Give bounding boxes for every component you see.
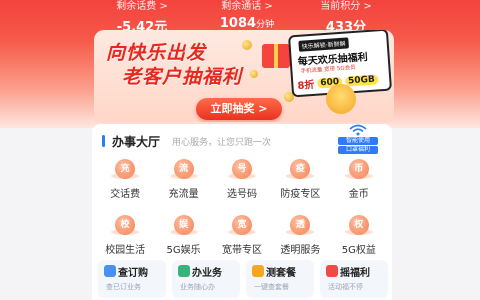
badge-data: 50GB	[344, 73, 379, 87]
entertainment-icon: 娱	[169, 215, 198, 235]
service-hall: 办事大厅 用心服务，让您只跑一次 智能使用 口罩福利 充交话费 流充流量 号选号…	[92, 124, 392, 300]
banner-title-line1: 向快乐出发	[106, 42, 207, 64]
coin-icon	[250, 70, 258, 78]
service-campus-life[interactable]: 校校园生活	[96, 212, 154, 256]
service-label: 宽带专区	[221, 245, 262, 256]
service-label: 5G权益	[341, 245, 376, 256]
quick-subtitle: 活动福不停	[328, 283, 363, 291]
campus-icon: 校	[111, 215, 140, 235]
badge-line1: 智能使用	[338, 137, 378, 145]
service-top-up-data[interactable]: 流充流量	[154, 156, 212, 200]
coin-icon	[242, 40, 252, 50]
quick-title: 摇福利	[340, 268, 370, 279]
gift-icon	[326, 265, 338, 277]
stat-balance-label: 剩余话费 >	[116, 1, 168, 12]
quick-subtitle: 业务随心办	[180, 283, 215, 291]
stat-minutes-label: 剩余通话 >	[221, 1, 273, 12]
wifi-icon	[349, 124, 367, 136]
stat-points-label: 当前积分 >	[320, 1, 372, 12]
stat-minutes-value: 1084分钟	[219, 16, 275, 31]
service-label: 充流量	[168, 189, 199, 200]
number-icon: 号	[227, 159, 256, 179]
service-5g-benefits[interactable]: 权 5G权益	[330, 212, 388, 256]
quick-title: 测套餐	[266, 268, 296, 279]
service-label: 金币	[348, 189, 369, 200]
service-label: 透明服务	[280, 245, 321, 256]
service-pay-bill[interactable]: 充交话费	[96, 156, 154, 200]
promo-banner[interactable]: 向快乐出发 老客户抽福利 快乐解锁·新鲜解 每天欢乐抽福利 手机流量 宽带 5G…	[94, 30, 394, 122]
service-coins[interactable]: 币金币	[330, 156, 388, 200]
draw-now-button[interactable]: 立即抽奖 >	[196, 98, 282, 120]
badge-line2: 口罩福利	[338, 146, 378, 154]
quick-subtitle: 查已订业务	[106, 283, 141, 291]
service-grid: 充交话费 流充流量 号选号码 疫防疫专区 币金币 校校园生活 娱 5G娱乐 宽宽带…	[96, 156, 388, 256]
stat-minutes[interactable]: 剩余通话 > 1084分钟	[204, 0, 290, 31]
service-label: 5G娱乐	[166, 245, 201, 256]
banner-title-line2: 老客户抽福利	[122, 66, 243, 88]
pay-bill-icon: 充	[111, 159, 140, 179]
service-hall-title: 办事大厅	[112, 135, 161, 149]
epidemic-icon: 疫	[286, 159, 315, 179]
quick-title: 查订购	[118, 268, 148, 279]
service-hall-subtitle: 用心服务，让您只跑一次	[172, 138, 272, 148]
service-label: 校园生活	[105, 245, 146, 256]
hero-header: 剩余话费 > -5.42元 剩余通话 > 1084分钟 当前积分 > 433分 …	[0, 0, 480, 128]
service-label: 选号码	[226, 189, 257, 200]
mascot-icon	[326, 84, 356, 114]
service-label: 防疫专区	[280, 189, 321, 200]
service-label: 交话费	[110, 189, 141, 200]
package-icon	[252, 265, 264, 277]
benefits-icon: 权	[344, 215, 373, 235]
stat-minutes-unit: 分钟	[256, 20, 275, 30]
data-icon: 流	[169, 159, 198, 179]
service-epidemic-zone[interactable]: 疫防疫专区	[271, 156, 329, 200]
quick-subtitle: 一键查套餐	[254, 283, 289, 291]
document-icon	[178, 265, 190, 277]
service-choose-number[interactable]: 号选号码	[213, 156, 271, 200]
mask-benefit-badge[interactable]: 智能使用 口罩福利	[338, 124, 378, 154]
search-icon	[104, 265, 116, 277]
test-plan-button[interactable]: 测套餐 一键查套餐	[246, 260, 314, 298]
service-transparent[interactable]: 透透明服务	[271, 212, 329, 256]
handle-business-button[interactable]: 办业务 业务随心办	[172, 260, 240, 298]
section-marker	[102, 135, 105, 147]
transparent-icon: 透	[286, 215, 315, 235]
gift-box-icon	[262, 44, 290, 68]
query-orders-button[interactable]: 查订购 查已订业务	[98, 260, 166, 298]
badge-discount: 8折	[297, 79, 315, 93]
coin-icon: 币	[344, 159, 373, 179]
quick-actions: 查订购 查已订业务 办业务 业务随心办 测套餐 一键查套餐 摇福利 活动福不停	[98, 260, 388, 298]
service-broadband-zone[interactable]: 宽宽带专区	[213, 212, 271, 256]
shake-benefits-button[interactable]: 摇福利 活动福不停	[320, 260, 388, 298]
broadband-icon: 宽	[227, 215, 256, 235]
quick-title: 办业务	[192, 268, 222, 279]
service-5g-entertainment[interactable]: 娱 5G娱乐	[154, 212, 212, 256]
